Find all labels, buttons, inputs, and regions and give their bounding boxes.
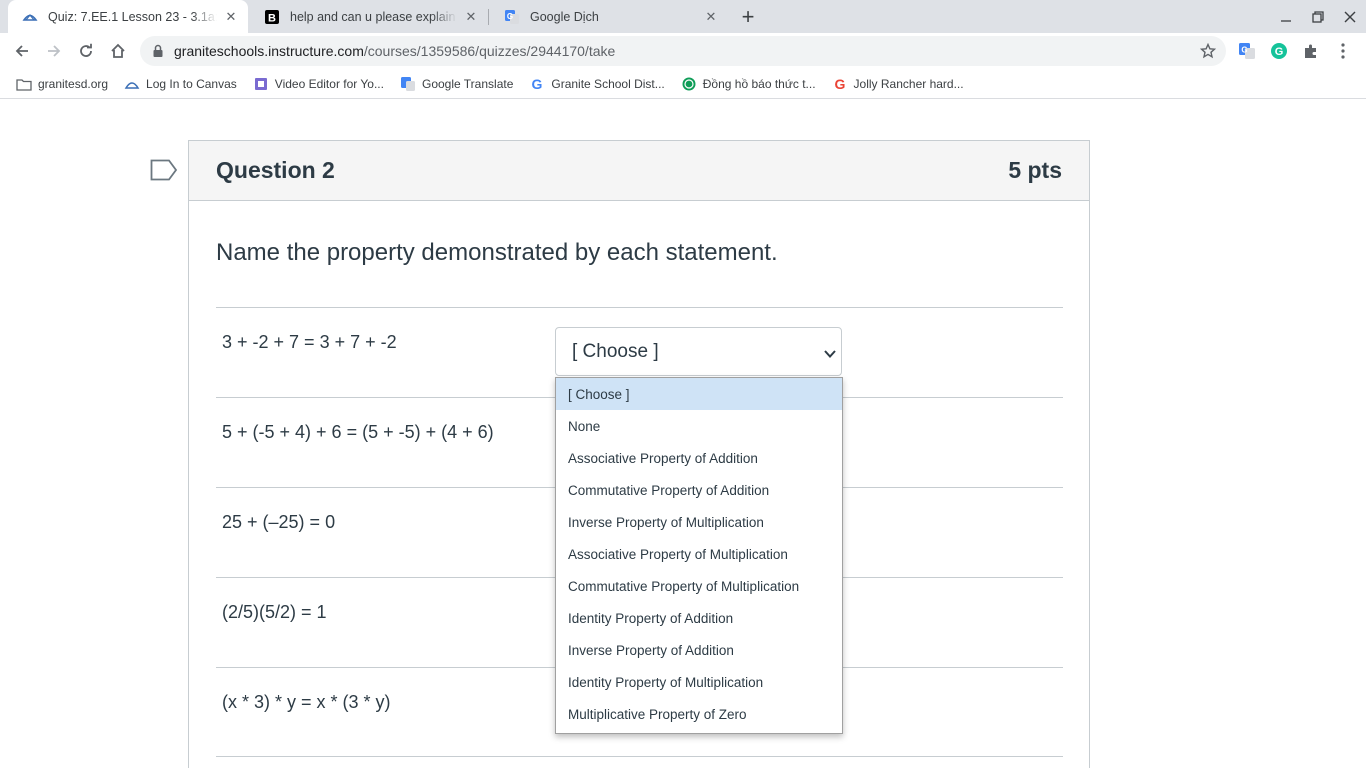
bookmark-label: Granite School Dist... <box>551 76 665 91</box>
bookmark-star-icon[interactable] <box>1199 42 1217 64</box>
minimize-icon[interactable] <box>1270 0 1302 33</box>
question-points: 5 pts <box>1008 157 1062 183</box>
tab-brainly[interactable]: B help and can u please explain ho ✕ <box>250 0 488 33</box>
select-option[interactable]: [ Choose ] <box>556 378 842 410</box>
canvas-icon <box>124 76 140 92</box>
bookmark-google-translate[interactable]: Google Translate <box>400 76 513 92</box>
url-domain: graniteschools.instructure.com <box>174 43 364 59</box>
select-option[interactable]: Associative Property of Multiplication <box>556 538 842 570</box>
chevron-down-icon <box>823 345 837 367</box>
url-path: /courses/1359586/quizzes/2944170/take <box>363 43 616 59</box>
reload-icon[interactable] <box>72 37 100 65</box>
back-icon[interactable] <box>8 37 36 65</box>
tab-google-translate[interactable]: G Google Dịch ✕ <box>490 0 728 33</box>
select-option[interactable]: Inverse Property of Multiplication <box>556 506 842 538</box>
brainly-icon: B <box>264 9 280 25</box>
address-bar[interactable]: graniteschools.instructure.com/courses/1… <box>140 36 1226 66</box>
question-title: Question 2 <box>216 157 335 183</box>
video-editor-icon <box>253 76 269 92</box>
bookmark-granite-school[interactable]: G Granite School Dist... <box>529 76 665 92</box>
grammarly-icon[interactable]: G <box>1270 42 1288 60</box>
bookmark-label: Video Editor for Yo... <box>274 76 384 91</box>
tab-strip: Quiz: 7.EE.1 Lesson 23 - 3.1a: Pr ✕ B he… <box>0 0 1366 33</box>
bookmark-jolly-rancher[interactable]: G Jolly Rancher hard... <box>832 76 964 92</box>
tab-title: help and can u please explain ho <box>290 9 457 24</box>
bookmark-granitesd[interactable]: granitesd.org <box>16 76 108 92</box>
select-option[interactable]: Associative Property of Addition <box>556 442 842 474</box>
translate-icon <box>400 76 416 92</box>
select-option[interactable]: Identity Property of Addition <box>556 602 842 634</box>
svg-text:G: G <box>834 76 845 92</box>
select-option[interactable]: None <box>556 410 842 442</box>
tab-quiz[interactable]: Quiz: 7.EE.1 Lesson 23 - 3.1a: Pr ✕ <box>8 0 248 33</box>
statement-text: 25 + (–25) = 0 <box>222 512 336 532</box>
clock-icon <box>681 76 697 92</box>
select-value: [ Choose ] <box>572 340 659 362</box>
google-icon: G <box>529 76 545 92</box>
close-icon[interactable]: ✕ <box>703 9 719 25</box>
bookmark-label: Đồng hồ báo thức t... <box>702 76 816 91</box>
select-option[interactable]: Identity Property of Multiplication <box>556 666 842 698</box>
bookmarks-bar: granitesd.org Log In to Canvas Video Edi… <box>0 69 1366 99</box>
select-option[interactable]: Multiplicative Property of Zero <box>556 698 842 730</box>
canvas-icon <box>22 9 38 25</box>
extensions-puzzle-icon[interactable] <box>1302 42 1320 60</box>
bookmark-label: Google Translate <box>421 76 514 91</box>
google-icon: G <box>832 76 848 92</box>
close-window-icon[interactable] <box>1334 0 1366 33</box>
svg-text:G: G <box>507 12 513 21</box>
svg-text:B: B <box>268 12 276 24</box>
select-option[interactable]: Commutative Property of Addition <box>556 474 842 506</box>
bookmark-label: granitesd.org <box>38 76 109 91</box>
question-header: Question 2 5 pts <box>189 141 1089 201</box>
select-option[interactable]: Commutative Property of Multiplication <box>556 570 842 602</box>
restore-icon[interactable] <box>1302 0 1334 33</box>
question-prompt: Name the property demonstrated by each s… <box>216 239 778 266</box>
svg-text:G: G <box>1241 46 1247 55</box>
statement-text: 3 + -2 + 7 = 3 + 7 + -2 <box>222 332 397 352</box>
url-text: graniteschools.instructure.com/courses/1… <box>174 43 615 59</box>
close-icon[interactable]: ✕ <box>223 9 239 25</box>
translate-icon: G <box>504 9 520 25</box>
tab-title: Quiz: 7.EE.1 Lesson 23 - 3.1a: Pr <box>48 9 217 24</box>
statement-text: 5 + (-5 + 4) + 6 = (5 + -5) + (4 + 6) <box>222 422 494 442</box>
bookmark-alarm-clock[interactable]: Đồng hồ báo thức t... <box>681 76 816 92</box>
statement-text: (2/5)(5/2) = 1 <box>222 602 327 622</box>
svg-text:G: G <box>532 76 543 92</box>
bookmark-label: Log In to Canvas <box>146 76 237 91</box>
browser-toolbar: graniteschools.instructure.com/courses/1… <box>0 33 1366 69</box>
home-icon[interactable] <box>104 37 132 65</box>
tab-title: Google Dịch <box>530 9 599 24</box>
lock-icon <box>152 44 166 58</box>
bookmark-label: Jolly Rancher hard... <box>853 76 964 91</box>
page-content: Question 2 5 pts Name the property demon… <box>0 103 1366 768</box>
menu-kebab-icon[interactable] <box>1334 42 1352 60</box>
select-option[interactable]: Inverse Property of Addition <box>556 634 842 666</box>
bookmark-video-editor[interactable]: Video Editor for Yo... <box>253 76 384 92</box>
new-tab-icon[interactable]: + <box>736 4 760 29</box>
forward-icon[interactable] <box>40 37 68 65</box>
bookmark-canvas-login[interactable]: Log In to Canvas <box>124 76 237 92</box>
flag-question-icon[interactable] <box>150 159 178 186</box>
select-dropdown-list: [ Choose ] None Associative Property of … <box>555 377 843 734</box>
statement-text: (x * 3) * y = x * (3 * y) <box>222 692 391 712</box>
svg-text:G: G <box>1275 46 1284 58</box>
answer-select[interactable]: [ Choose ] <box>555 327 842 376</box>
close-icon[interactable]: ✕ <box>463 9 479 25</box>
folder-icon <box>16 76 32 92</box>
translate-extension-icon[interactable]: G <box>1238 42 1256 60</box>
